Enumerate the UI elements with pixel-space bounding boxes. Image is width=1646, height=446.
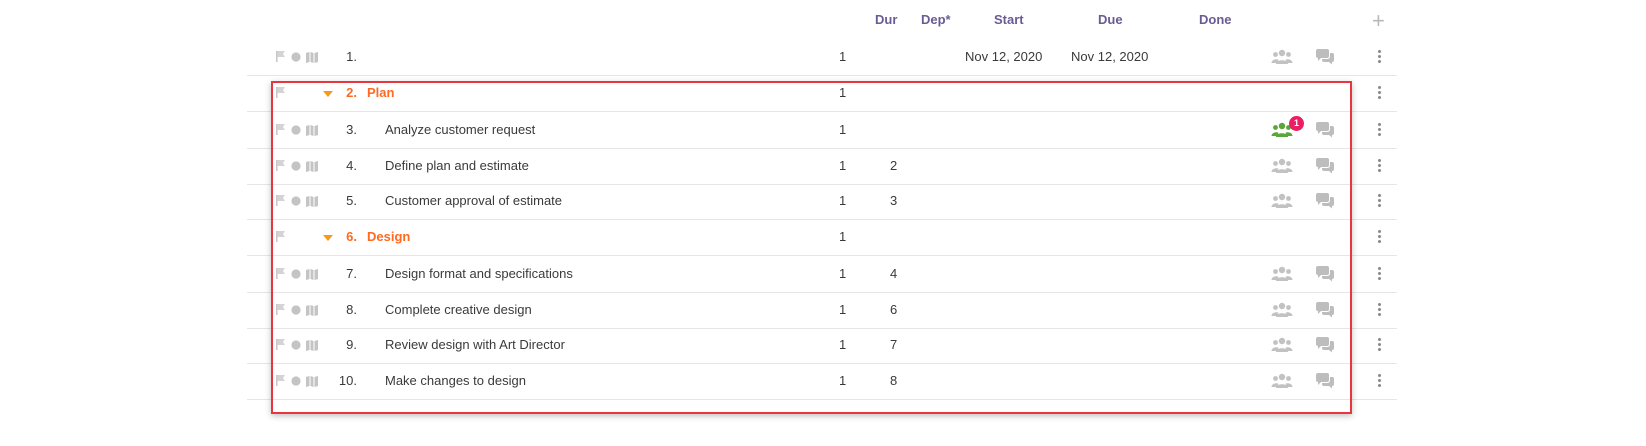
row-menu-icon[interactable] — [1375, 85, 1385, 101]
map-icon[interactable] — [305, 50, 319, 68]
status-dot-icon[interactable] — [290, 50, 302, 68]
row-menu-icon[interactable] — [1375, 193, 1385, 209]
row-menu-icon[interactable] — [1375, 158, 1385, 174]
flag-icon[interactable] — [275, 50, 287, 68]
task-row[interactable]: 1. 1 Nov 12, 2020 Nov 12, 2020 — [247, 39, 1397, 75]
row-number: 1. — [346, 49, 357, 64]
row-menu-icon[interactable] — [1375, 373, 1385, 389]
row-menu-icon[interactable] — [1375, 229, 1385, 245]
column-header-start[interactable]: Start — [994, 12, 1024, 27]
assignees-icon[interactable] — [1271, 49, 1293, 70]
start-date-cell[interactable]: Nov 12, 2020 — [965, 39, 1042, 75]
add-column-plus-icon[interactable]: + — [1372, 10, 1385, 32]
row-menu-icon[interactable] — [1375, 302, 1385, 318]
column-header-dur[interactable]: Dur — [875, 12, 897, 27]
due-date-cell[interactable]: Nov 12, 2020 — [1071, 39, 1148, 75]
selection-highlight — [271, 81, 1352, 414]
duration-cell[interactable]: 1 — [839, 39, 846, 75]
column-header-done[interactable]: Done — [1199, 12, 1232, 27]
row-menu-icon[interactable] — [1375, 337, 1385, 353]
column-header-dep[interactable]: Dep* — [921, 12, 951, 27]
row-menu-icon[interactable] — [1375, 122, 1385, 138]
row-menu-icon[interactable] — [1375, 266, 1385, 282]
row-menu-icon[interactable] — [1375, 49, 1385, 65]
comments-icon[interactable] — [1315, 49, 1335, 70]
column-header-due[interactable]: Due — [1098, 12, 1123, 27]
